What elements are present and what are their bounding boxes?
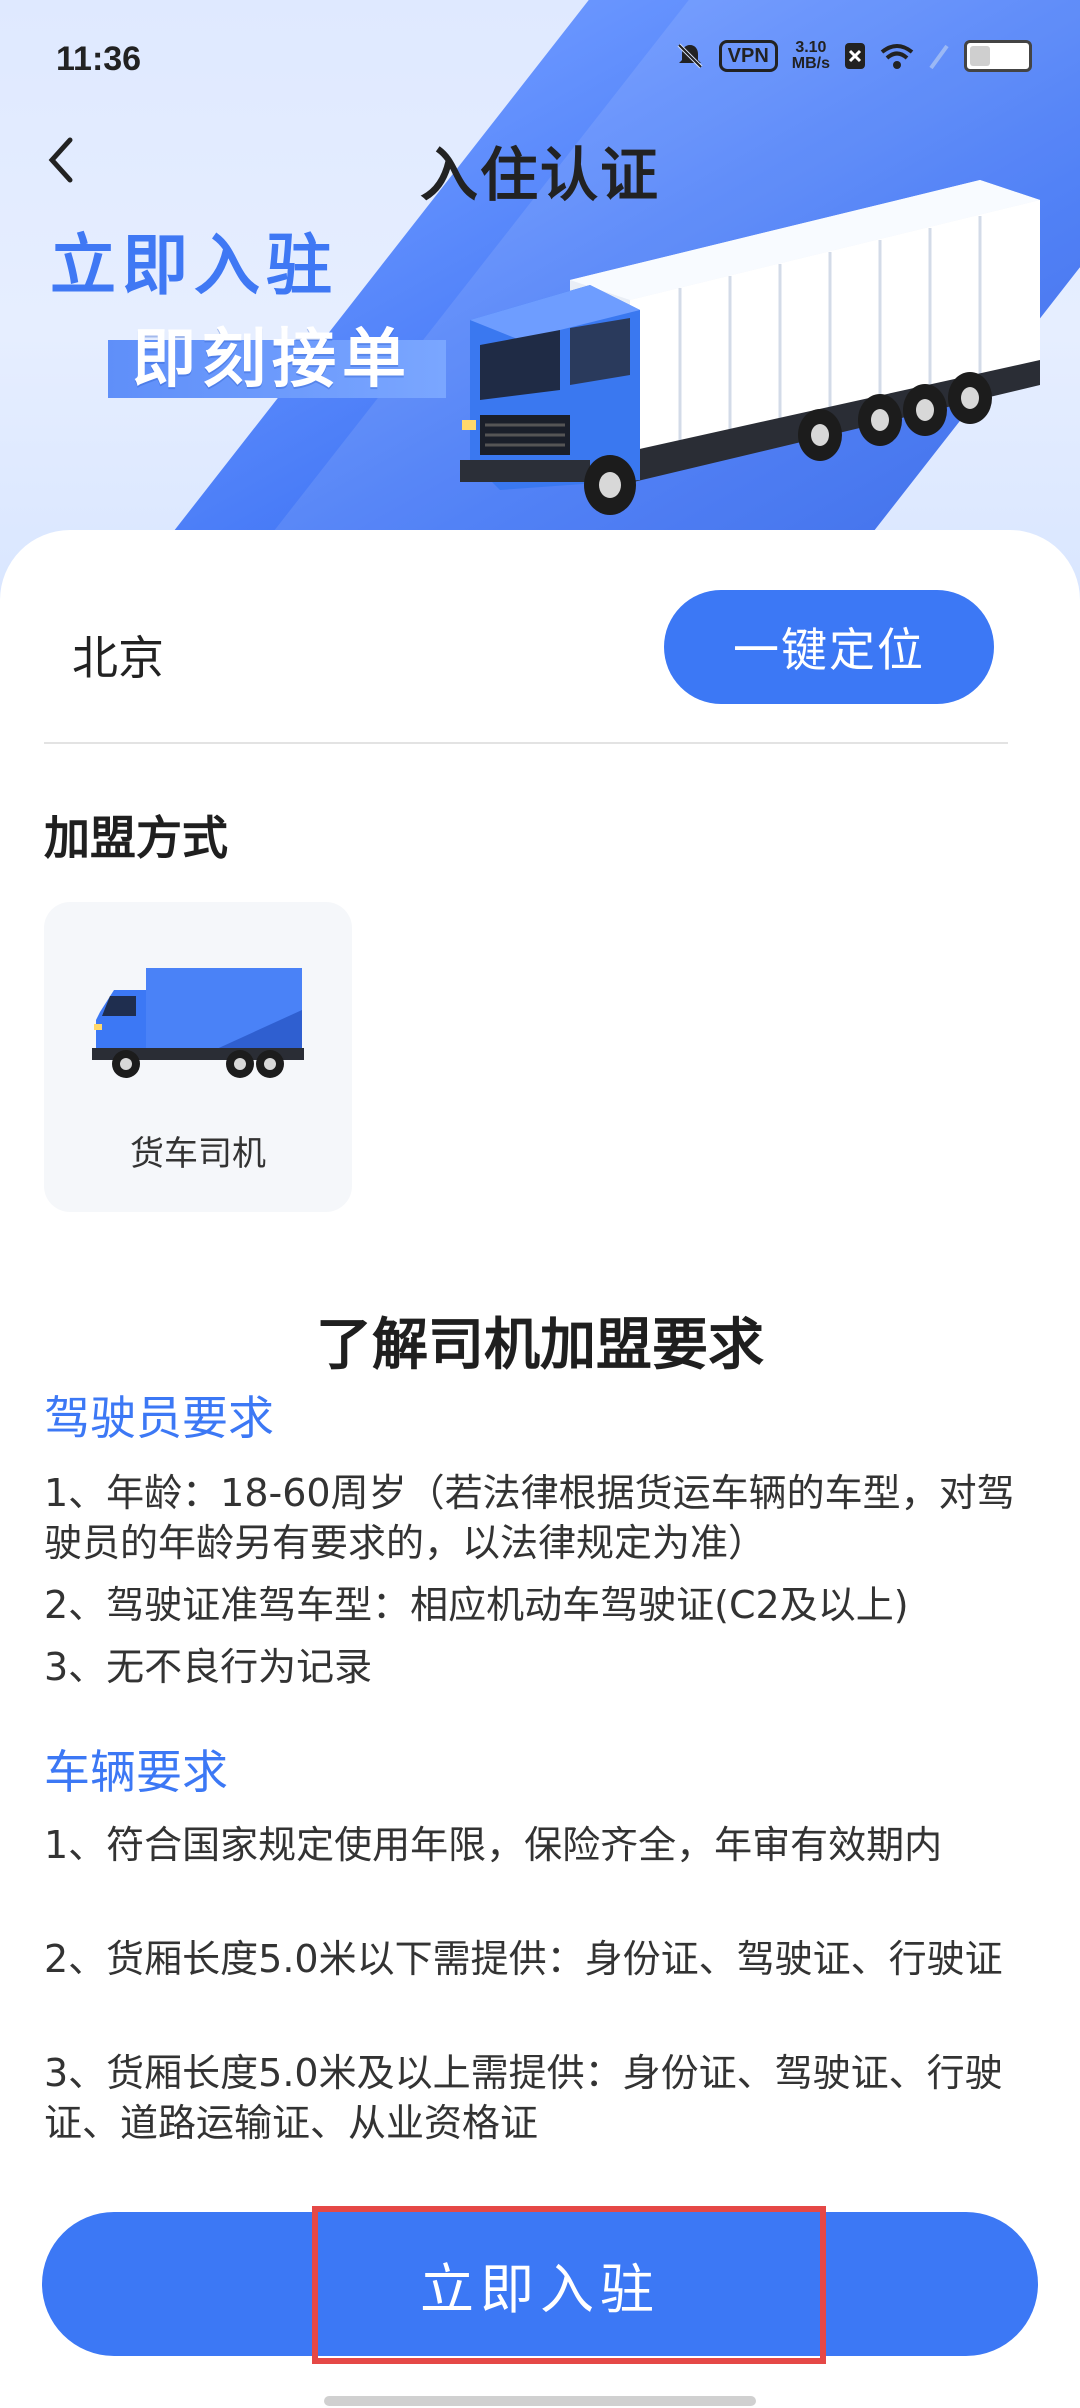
battery-icon	[964, 40, 1032, 72]
vehicle-requirement-item: 3、货厢长度5.0米及以上需提供：身份证、驾驶证、行驶证、道路运输证、从业资格证	[44, 2051, 1003, 2145]
content-card: 北京 一键定位 加盟方式 货车司机 了解司机加盟要求 驾驶员要求 1、年龄：18…	[0, 530, 1080, 2408]
hero-truck-illustration	[460, 180, 1040, 515]
hero-slogan-secondary: 即刻接单	[132, 323, 412, 397]
mute-bell-icon	[677, 43, 703, 69]
location-row: 北京 一键定位	[44, 530, 1008, 744]
join-method-title: 加盟方式	[44, 811, 228, 865]
requirements-title: 了解司机加盟要求	[316, 1313, 764, 1378]
vpn-badge: VPN	[718, 40, 778, 72]
sim-off-icon	[845, 43, 865, 69]
driver-requirement-item: 2、驾驶证准驾车型：相应机动车驾驶证(C2及以上)	[44, 1583, 909, 1627]
home-indicator[interactable]	[324, 2396, 756, 2406]
city-name[interactable]: 北京	[72, 622, 164, 688]
status-icons: VPN 3.10 MB/s	[675, 40, 1032, 72]
vehicle-requirements-heading: 车辆要求	[44, 1745, 228, 1799]
driver-requirement-item: 3、无不良行为记录	[44, 1645, 373, 1689]
highlight-box	[312, 2206, 826, 2364]
join-option-truck-driver[interactable]: 货车司机	[44, 902, 352, 1212]
locate-button[interactable]: 一键定位	[664, 590, 994, 704]
wifi-icon	[880, 44, 914, 69]
vehicle-requirement-item: 2、货厢长度5.0米以下需提供：身份证、驾驶证、行驶证	[44, 1937, 1003, 1981]
network-speed: 3.10 MB/s	[792, 40, 830, 72]
driver-requirement-item: 1、年龄：18-60周岁（若法律根据货运车辆的车型，对驾驶员的年龄另有要求的，以…	[44, 1471, 1015, 1565]
hero-slogan-primary: 立即入驻	[50, 227, 338, 304]
hero-banner: 11:36 VPN 3.10 MB/s 入住认证 立即入驻 即刻接单	[0, 0, 1080, 600]
join-option-label: 货车司机	[130, 1134, 266, 1174]
status-bar: 11:36 VPN 3.10 MB/s	[0, 0, 1080, 120]
network-speed-value: 3.10	[795, 39, 827, 56]
driver-requirements-heading: 驾驶员要求	[44, 1391, 274, 1445]
network-speed-unit: MB/s	[791, 55, 830, 72]
vehicle-requirement-item: 1、符合国家规定使用年限，保险齐全，年审有效期内	[44, 1823, 943, 1867]
status-time: 11:36	[56, 40, 142, 78]
truck-icon	[92, 968, 304, 1078]
signal-icon	[929, 44, 949, 70]
